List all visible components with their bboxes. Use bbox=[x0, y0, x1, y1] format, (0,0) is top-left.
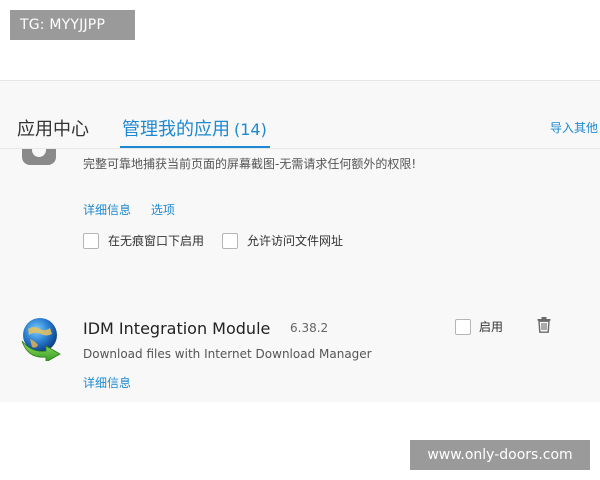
incognito-label: 在无痕窗口下启用 bbox=[108, 234, 205, 248]
idm-details-link[interactable]: 详细信息 bbox=[83, 376, 131, 390]
trash-icon[interactable] bbox=[537, 317, 551, 333]
idm-enable-checkbox[interactable] bbox=[455, 318, 471, 335]
tab-bar: 应用中心 管理我的应用 (14) 导入其他 bbox=[0, 81, 600, 149]
tab-app-center[interactable]: 应用中心 bbox=[17, 115, 89, 141]
extensions-panel: 应用中心 管理我的应用 (14) 导入其他 完整可靠地捕获当前页面的屏幕截图-无需… bbox=[0, 80, 600, 402]
ext1-description: 完整可靠地捕获当前页面的屏幕截图-无需请求任何额外的权限! bbox=[83, 157, 417, 171]
ext1-links: 详细信息 选项 bbox=[83, 201, 191, 218]
camera-icon bbox=[18, 149, 64, 169]
import-link[interactable]: 导入其他 bbox=[550, 119, 598, 136]
idm-enable-toggle[interactable]: 启用 bbox=[455, 318, 503, 335]
ext1-options-link[interactable]: 选项 bbox=[151, 203, 175, 217]
idm-globe-icon bbox=[21, 318, 61, 361]
idm-enable-label: 启用 bbox=[479, 320, 504, 334]
idm-description: Download files with Internet Download Ma… bbox=[83, 347, 372, 361]
watermark-top-left: TG: MYYJJPP bbox=[10, 10, 135, 40]
watermark-bottom-right: www.only-doors.com bbox=[410, 440, 590, 470]
tab-my-apps[interactable]: 管理我的应用 (14) bbox=[122, 115, 267, 141]
file-access-option[interactable]: 允许访问文件网址 bbox=[222, 232, 343, 249]
active-tab-indicator bbox=[120, 146, 270, 148]
idm-links: 详细信息 bbox=[83, 374, 147, 391]
idm-name: IDM Integration Module bbox=[83, 319, 271, 338]
tab-my-apps-label: 管理我的应用 bbox=[122, 119, 230, 140]
tab-my-apps-count: (14) bbox=[234, 120, 267, 139]
incognito-checkbox[interactable] bbox=[83, 232, 99, 249]
idm-version: 6.38.2 bbox=[290, 321, 329, 335]
ext1-details-link[interactable]: 详细信息 bbox=[83, 203, 131, 217]
page: TG: MYYJJPP 应用中心 管理我的应用 (14) 导入其他 完整可靠地捕获… bbox=[0, 0, 600, 480]
file-access-label: 允许访问文件网址 bbox=[247, 234, 344, 248]
incognito-option[interactable]: 在无痕窗口下启用 bbox=[83, 232, 204, 249]
file-access-checkbox[interactable] bbox=[222, 232, 238, 249]
